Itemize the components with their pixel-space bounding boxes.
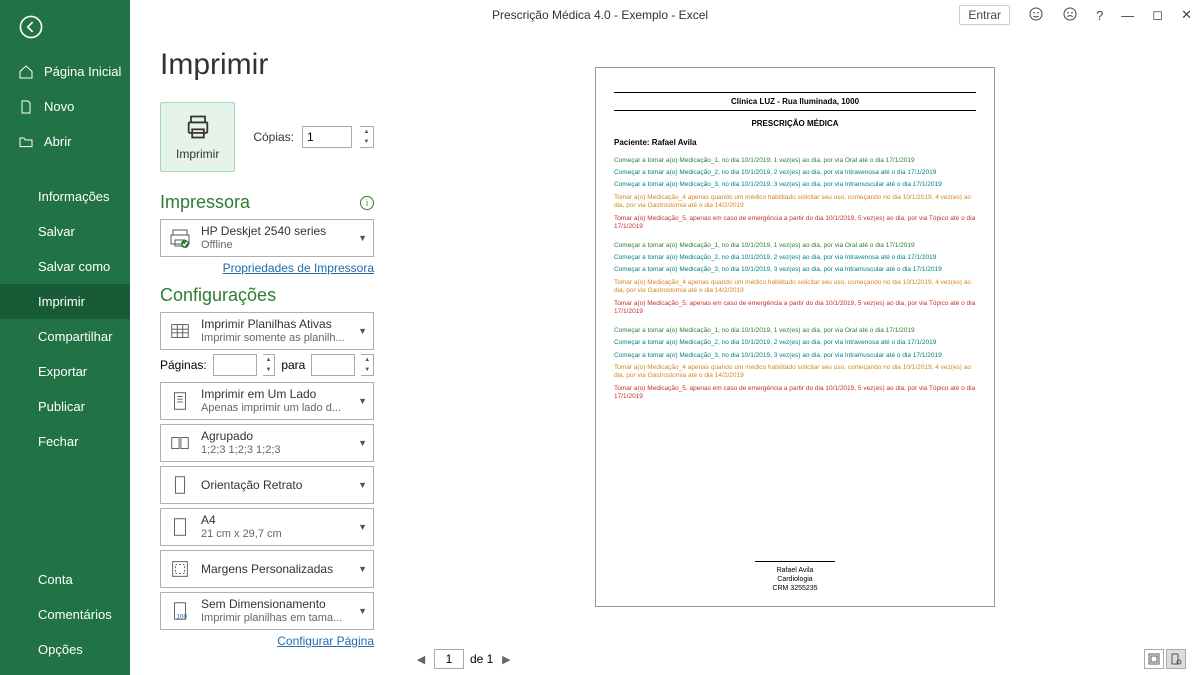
prescription-line: Começar a tomar a(o) Medicação_3, no dia… bbox=[614, 266, 976, 274]
paper-icon bbox=[167, 514, 193, 540]
nav-item-novo[interactable]: Novo bbox=[0, 89, 130, 124]
info-icon[interactable]: i bbox=[360, 196, 374, 210]
back-button[interactable] bbox=[0, 0, 130, 54]
prescription-title: PRESCRIÇÃO MÉDICA bbox=[614, 111, 976, 138]
sides-dropdown[interactable]: Imprimir em Um LadoApenas imprimir um la… bbox=[160, 382, 374, 420]
print-button[interactable]: Imprimir bbox=[160, 102, 235, 172]
printer-properties-link[interactable]: Propriedades de Impressora bbox=[160, 261, 374, 275]
pages-to-spinner[interactable]: ▲▼ bbox=[361, 354, 374, 376]
nav-item-conta[interactable]: Conta bbox=[0, 562, 130, 597]
titlebar-controls: Entrar ? — ◻ ✕ bbox=[959, 5, 1192, 25]
nav-item-imprimir[interactable]: Imprimir bbox=[0, 284, 130, 319]
paper-dropdown[interactable]: A421 cm x 29,7 cm ▼ bbox=[160, 508, 374, 546]
copies-spinner[interactable]: ▲▼ bbox=[360, 126, 374, 148]
print-settings-panel: Imprimir Imprimir Cópias: ▲▼ Impressora … bbox=[130, 30, 390, 675]
window-title: Prescrição Médica 4.0 - Exemplo - Excel bbox=[492, 8, 708, 22]
help-button[interactable]: ? bbox=[1096, 8, 1103, 23]
prescription-line: Começar a tomar a(o) Medicação_3, no dia… bbox=[614, 352, 976, 360]
nav-item-exportar[interactable]: Exportar bbox=[0, 354, 130, 389]
signature-block: Rafael Avila Cardiologia CRM 3255235 bbox=[614, 561, 976, 593]
prescription-line: Começar a tomar a(o) Medicação_2, no dia… bbox=[614, 169, 976, 177]
nav-item-compartilhar[interactable]: Compartilhar bbox=[0, 319, 130, 354]
nav-item-opções[interactable]: Opções bbox=[0, 632, 130, 667]
settings-section-heading: Configurações bbox=[160, 285, 276, 306]
print-sheets-dropdown[interactable]: Imprimir Planilhas AtivasImprimir soment… bbox=[160, 312, 374, 350]
printer-icon bbox=[167, 225, 193, 251]
nav-item-fechar[interactable]: Fechar bbox=[0, 424, 130, 459]
maximize-button[interactable]: ◻ bbox=[1152, 7, 1163, 23]
zoom-to-page-button[interactable] bbox=[1166, 649, 1186, 669]
svg-text:100: 100 bbox=[176, 613, 187, 620]
pages-label: Páginas: bbox=[160, 358, 207, 372]
nav-item-comentários[interactable]: Comentários bbox=[0, 597, 130, 632]
sheets-icon bbox=[167, 318, 193, 344]
clinic-header: Clínica LUZ - Rua Iluminada, 1000 bbox=[614, 93, 976, 110]
smile-icon[interactable] bbox=[1028, 6, 1044, 25]
nav-item-informações[interactable]: Informações bbox=[0, 179, 130, 214]
prescription-line: Começar a tomar a(o) Medicação_3, no dia… bbox=[614, 181, 976, 189]
prescription-line: Tomar a(o) Medicação_4 apenas quando um … bbox=[614, 194, 976, 211]
orientation-icon bbox=[167, 472, 193, 498]
print-preview-panel: Clínica LUZ - Rua Iluminada, 1000 PRESCR… bbox=[390, 30, 1200, 675]
pages-from-spinner[interactable]: ▲▼ bbox=[263, 354, 276, 376]
orientation-dropdown[interactable]: Orientação Retrato ▼ bbox=[160, 466, 374, 504]
patient-label: Paciente: Rafael Avila bbox=[614, 138, 976, 147]
collate-dropdown[interactable]: Agrupado1;2;3 1;2;3 1;2;3 ▼ bbox=[160, 424, 374, 462]
show-margins-button[interactable] bbox=[1144, 649, 1164, 669]
margins-dropdown[interactable]: Margens Personalizadas ▼ bbox=[160, 550, 374, 588]
printer-dropdown[interactable]: HP Deskjet 2540 series Offline ▼ bbox=[160, 219, 374, 257]
page-number-input[interactable] bbox=[434, 649, 464, 669]
backstage-main: Imprimir Imprimir Cópias: ▲▼ Impressora … bbox=[130, 30, 1200, 675]
scaling-icon: 100 bbox=[167, 598, 193, 624]
pages-from-input[interactable] bbox=[213, 354, 257, 376]
prescription-line: Tomar a(o) Medicação_5, apenas em caso d… bbox=[614, 385, 976, 402]
backstage-nav: Página InicialNovoAbrir InformaçõesSalva… bbox=[0, 0, 130, 675]
sides-icon bbox=[167, 388, 193, 414]
prescription-line: Tomar a(o) Medicação_4 apenas quando um … bbox=[614, 364, 976, 381]
frown-icon[interactable] bbox=[1062, 6, 1078, 25]
nav-item-abrir[interactable]: Abrir bbox=[0, 124, 130, 159]
prescription-line: Tomar a(o) Medicação_5, apenas em caso d… bbox=[614, 300, 976, 317]
scaling-dropdown[interactable]: 100 Sem DimensionamentoImprimir planilha… bbox=[160, 592, 374, 630]
pages-to-input[interactable] bbox=[311, 354, 355, 376]
prescription-line: Tomar a(o) Medicação_5, apenas em caso d… bbox=[614, 215, 976, 232]
printer-section-heading: Impressora bbox=[160, 192, 250, 213]
titlebar: Prescrição Médica 4.0 - Exemplo - Excel … bbox=[0, 0, 1200, 30]
preview-page: Clínica LUZ - Rua Iluminada, 1000 PRESCR… bbox=[595, 67, 995, 607]
pages-to-label: para bbox=[281, 358, 305, 372]
nav-item-salvar[interactable]: Salvar bbox=[0, 214, 130, 249]
prescription-line: Começar a tomar a(o) Medicação_2, no dia… bbox=[614, 254, 976, 262]
prescription-line: Começar a tomar a(o) Medicação_2, no dia… bbox=[614, 339, 976, 347]
collate-icon bbox=[167, 430, 193, 456]
next-page-button[interactable]: ▶ bbox=[499, 652, 513, 666]
copies-label: Cópias: bbox=[253, 130, 294, 144]
sign-in-button[interactable]: Entrar bbox=[959, 5, 1010, 25]
prescription-line: Tomar a(o) Medicação_4 apenas quando um … bbox=[614, 279, 976, 296]
prescription-line: Começar a tomar a(o) Medicação_1, no dia… bbox=[614, 327, 976, 335]
minimize-button[interactable]: — bbox=[1121, 8, 1134, 23]
prescription-line: Começar a tomar a(o) Medicação_1, no dia… bbox=[614, 157, 976, 165]
prescription-line: Começar a tomar a(o) Medicação_1, no dia… bbox=[614, 242, 976, 250]
preview-footer: ◀ de 1 ▶ bbox=[390, 643, 1200, 675]
nav-item-salvar-como[interactable]: Salvar como bbox=[0, 249, 130, 284]
margins-icon bbox=[167, 556, 193, 582]
close-button[interactable]: ✕ bbox=[1181, 7, 1192, 23]
copies-input[interactable] bbox=[302, 126, 352, 148]
page-heading: Imprimir bbox=[160, 48, 374, 82]
nav-item-publicar[interactable]: Publicar bbox=[0, 389, 130, 424]
chevron-down-icon: ▼ bbox=[358, 233, 367, 243]
prev-page-button[interactable]: ◀ bbox=[414, 652, 428, 666]
page-of-label: de 1 bbox=[470, 652, 493, 666]
nav-item-página-inicial[interactable]: Página Inicial bbox=[0, 54, 130, 89]
page-setup-link[interactable]: Configurar Página bbox=[160, 634, 374, 648]
